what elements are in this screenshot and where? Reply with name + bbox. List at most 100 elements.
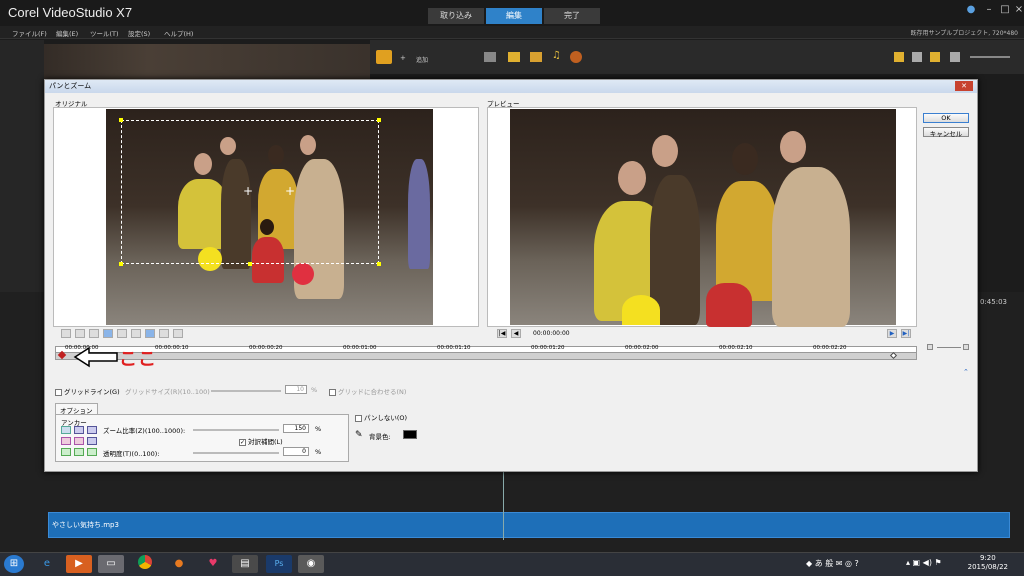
menu-settings[interactable]: 設定(S) [128,28,150,38]
bg-color-swatch[interactable] [403,430,417,439]
anchor-cell[interactable] [87,426,97,434]
photo-app-icon[interactable]: ▤ [232,555,258,573]
media-icon[interactable] [508,52,520,62]
expand-icon[interactable]: ⌃ [963,368,969,376]
taskbar-clock[interactable]: 9:20 2015/08/22 [968,554,1008,572]
anchor-cell[interactable] [87,448,97,456]
zoom-input[interactable]: 150 [283,424,309,433]
zoom-slider[interactable] [193,429,279,431]
view-list-icon[interactable] [912,52,922,62]
frame-handle[interactable] [377,262,381,266]
explorer-icon[interactable]: ▭ [98,555,124,573]
keyframe-icon[interactable] [117,329,127,338]
grid-line-checkbox[interactable]: グリッドライン(G) [55,386,120,396]
help-icon[interactable]: ● [964,4,978,16]
tick-label: 00:00:01:10 [437,345,471,351]
zoom-out-icon[interactable] [927,344,933,350]
playhead[interactable] [503,470,504,540]
zoom-in-icon[interactable] [963,344,969,350]
folder-icon[interactable] [484,52,496,62]
aspect-checkbox[interactable]: ✓ 対訳補間(L) [239,436,283,446]
grid-size-slider[interactable] [211,390,281,392]
keyframe-icon[interactable] [145,329,155,338]
app-icon[interactable]: ♥ [200,555,226,573]
videostudio-icon[interactable]: ◉ [298,555,324,573]
pan-zoom-dialog: パンとズーム ✕ オリジナル プレビュー + + OK キャンセル |◀ ◀ 0… [44,79,978,472]
menu-file[interactable]: ファイル(F) [12,28,47,38]
tick-label: 00:00:02:20 [813,345,847,351]
frame-handle[interactable] [248,262,252,266]
clock-time: 9:20 [979,554,996,562]
tab-edit[interactable]: 編集 [486,8,542,24]
thumbnail-size-slider[interactable] [970,56,1010,58]
anchor-cell[interactable] [61,426,71,434]
filter-icon[interactable] [570,51,582,63]
go-end-icon[interactable]: ▶| [901,329,911,338]
transparency-slider[interactable] [193,452,279,454]
crosshair-icon[interactable]: + [243,184,253,198]
dialog-close-button[interactable]: ✕ [955,81,973,91]
crosshair-icon[interactable]: + [285,184,295,198]
keyframe-icon[interactable] [173,329,183,338]
anchor-cell[interactable] [74,437,84,445]
menu-help[interactable]: ヘルプ(H) [164,28,193,38]
anchor-cell[interactable] [87,437,97,445]
keyframe-icon[interactable] [89,329,99,338]
start-button[interactable]: ⊞ [4,555,24,573]
zoom-label: ズーム比率(Z)(100..1000): [103,427,186,435]
view-thumbnail-icon[interactable] [894,52,904,62]
close-icon[interactable]: × [1012,4,1024,16]
prev-frame-icon[interactable]: ◀ [511,329,521,338]
keyframe-icon[interactable] [103,329,113,338]
timeline-zoom-slider[interactable] [937,347,961,348]
dialog-title: パンとズーム [45,80,977,93]
ok-button[interactable]: OK [923,113,969,123]
tray-system-icons[interactable]: ▴ ▣ ◀) ⚑ [906,558,942,567]
snap-grid-checkbox[interactable]: グリッドに合わせる(N) [329,386,406,396]
photo-icon[interactable] [530,52,542,62]
firefox-icon[interactable]: ● [166,555,192,573]
go-start-icon[interactable]: |◀ [497,329,507,338]
app-title: Corel VideoStudio X7 [8,5,133,20]
menu-tools[interactable]: ツール(T) [90,28,119,38]
anchor-cell[interactable] [61,437,71,445]
tray-icons[interactable]: ◆ あ 般 ✉ ◎ ? [806,558,859,569]
import-icon[interactable] [950,52,960,62]
keyframe-icon[interactable] [61,329,71,338]
cancel-button[interactable]: キャンセル [923,127,969,138]
chrome-icon[interactable] [132,555,158,573]
anchor-cell[interactable] [74,426,84,434]
view-grid-icon[interactable] [930,52,940,62]
clock-date: 2015/08/22 [967,563,1008,571]
keyframe-icon[interactable] [131,329,141,338]
transparency-input[interactable]: 0 [283,447,309,456]
keyframe-icon[interactable] [75,329,85,338]
ie-icon[interactable]: e [34,555,60,573]
no-pan-checkbox[interactable]: パンしない(O) [355,412,407,422]
tab-capture[interactable]: 取り込み [428,8,484,24]
library-icon[interactable] [376,50,392,64]
add-label[interactable]: 追加 [416,55,428,64]
keyframe-icon[interactable] [159,329,169,338]
frame-handle[interactable] [119,262,123,266]
audio-track[interactable] [48,512,1010,538]
library-toolbar: + 追加 ♫ [370,40,1024,74]
minimize-icon[interactable]: – [982,4,996,16]
photoshop-icon[interactable]: Ps [266,555,292,573]
timeline-timecode: 0:45:03 [980,298,1007,306]
menu-edit[interactable]: 編集(E) [56,28,78,38]
frame-handle[interactable] [377,118,381,122]
add-icon[interactable]: + [400,54,406,62]
keyframe-track[interactable] [55,352,917,360]
anchor-cell[interactable] [61,448,71,456]
eyedropper-icon[interactable]: ✎ [355,430,363,440]
maximize-icon[interactable]: □ [998,4,1012,16]
frame-handle[interactable] [119,118,123,122]
grid-size-input[interactable]: 10 [285,385,307,394]
tick-label: 00:00:00:10 [155,345,189,351]
media-player-icon[interactable]: ▶ [66,555,92,573]
tab-share[interactable]: 完了 [544,8,600,24]
anchor-cell[interactable] [74,448,84,456]
next-frame-icon[interactable]: ▶ [887,329,897,338]
music-icon[interactable]: ♫ [552,50,561,61]
